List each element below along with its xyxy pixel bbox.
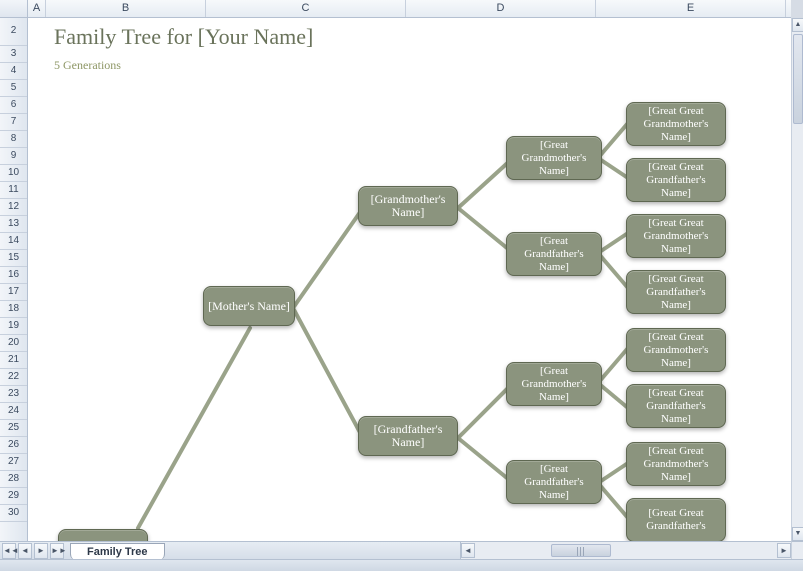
row-header[interactable]: 9 <box>0 148 27 165</box>
node-gg-3[interactable]: [Great Great Grandmother's Name] <box>626 214 726 258</box>
row-header[interactable]: 14 <box>0 233 27 250</box>
scroll-left-button[interactable]: ◄ <box>461 543 475 558</box>
sheet-tab-family-tree[interactable]: Family Tree <box>70 543 165 560</box>
tab-nav-prev[interactable]: ◄ <box>18 543 32 559</box>
page-title: Family Tree for [Your Name] <box>54 24 313 50</box>
row-header[interactable]: 18 <box>0 301 27 318</box>
sheet-tab-strip: ◄◄ ◄ ► ►► Family Tree <box>0 541 460 559</box>
app-window: A B C D E 2 3 4 5 6 7 8 9 10 11 12 13 14… <box>0 0 803 571</box>
scrollbar-corner <box>791 541 803 559</box>
row-header[interactable]: 2 <box>0 18 27 46</box>
node-partial[interactable] <box>58 529 148 541</box>
node-gg-1[interactable]: [Great Great Grandmother's Name] <box>626 102 726 146</box>
col-header-c[interactable]: C <box>206 0 406 17</box>
node-gg-2[interactable]: [Great Great Grandfather's Name] <box>626 158 726 202</box>
row-header[interactable]: 12 <box>0 199 27 216</box>
scroll-right-button[interactable]: ► <box>777 543 791 558</box>
horizontal-scroll-thumb[interactable] <box>551 544 611 557</box>
col-header-e[interactable]: E <box>596 0 786 17</box>
node-gg-5[interactable]: [Great Great Grandmother's Name] <box>626 328 726 372</box>
col-header-d[interactable]: D <box>406 0 596 17</box>
node-great-grandfather-2[interactable]: [Great Grandfather's Name] <box>506 460 602 504</box>
node-gg-7[interactable]: [Great Great Grandmother's Name] <box>626 442 726 486</box>
scroll-down-button[interactable]: ▼ <box>792 527 803 541</box>
row-header[interactable]: 19 <box>0 318 27 335</box>
row-header[interactable]: 8 <box>0 131 27 148</box>
scroll-up-button[interactable]: ▲ <box>792 18 803 32</box>
row-headers: 2 3 4 5 6 7 8 9 10 11 12 13 14 15 16 17 … <box>0 18 28 541</box>
column-headers: A B C D E <box>0 0 791 18</box>
row-header[interactable]: 3 <box>0 46 27 63</box>
row-header[interactable]: 29 <box>0 488 27 505</box>
tab-nav-next[interactable]: ► <box>34 543 48 559</box>
horizontal-scrollbar[interactable]: ◄ ► <box>460 541 791 559</box>
node-great-grandmother-2[interactable]: [Great Grandmother's Name] <box>506 362 602 406</box>
row-header[interactable]: 30 <box>0 505 27 522</box>
worksheet-area[interactable]: Family Tree for [Your Name] 5 Generation… <box>28 18 791 541</box>
vertical-scroll-thumb[interactable] <box>793 34 803 124</box>
node-grandmother[interactable]: [Grandmother's Name] <box>358 186 458 226</box>
row-header[interactable]: 13 <box>0 216 27 233</box>
row-header[interactable]: 26 <box>0 437 27 454</box>
row-header[interactable]: 27 <box>0 454 27 471</box>
node-great-grandmother-1[interactable]: [Great Grandmother's Name] <box>506 136 602 180</box>
page-subtitle: 5 Generations <box>54 58 121 73</box>
row-header[interactable]: 28 <box>0 471 27 488</box>
node-great-grandfather-1[interactable]: [Great Grandfather's Name] <box>506 232 602 276</box>
tab-nav-first[interactable]: ◄◄ <box>2 543 16 559</box>
row-header[interactable]: 6 <box>0 97 27 114</box>
bottom-bar: ◄◄ ◄ ► ►► Family Tree ◄ ► <box>0 541 803 571</box>
row-header[interactable]: 17 <box>0 284 27 301</box>
row-header[interactable]: 4 <box>0 63 27 80</box>
row-header[interactable]: 20 <box>0 335 27 352</box>
row-header[interactable]: 21 <box>0 352 27 369</box>
row-header[interactable]: 5 <box>0 80 27 97</box>
status-bar <box>0 559 803 571</box>
row-header[interactable]: 23 <box>0 386 27 403</box>
row-header[interactable]: 10 <box>0 165 27 182</box>
select-all-corner[interactable] <box>0 0 28 17</box>
tab-nav-last[interactable]: ►► <box>50 543 64 559</box>
col-header-a[interactable]: A <box>28 0 46 17</box>
row-header[interactable]: 24 <box>0 403 27 420</box>
row-header[interactable]: 15 <box>0 250 27 267</box>
vertical-scrollbar[interactable]: ▲ ▼ <box>791 18 803 541</box>
col-header-b[interactable]: B <box>46 0 206 17</box>
node-grandfather[interactable]: [Grandfather's Name] <box>358 416 458 456</box>
node-gg-4[interactable]: [Great Great Grandfather's Name] <box>626 270 726 314</box>
node-mother[interactable]: [Mother's Name] <box>203 286 295 326</box>
row-header[interactable]: 11 <box>0 182 27 199</box>
node-gg-8[interactable]: [Great Great Grandfather's <box>626 498 726 541</box>
row-header[interactable]: 25 <box>0 420 27 437</box>
node-gg-6[interactable]: [Great Great Grandfather's Name] <box>626 384 726 428</box>
row-header[interactable]: 22 <box>0 369 27 386</box>
row-header[interactable]: 16 <box>0 267 27 284</box>
row-header[interactable]: 7 <box>0 114 27 131</box>
